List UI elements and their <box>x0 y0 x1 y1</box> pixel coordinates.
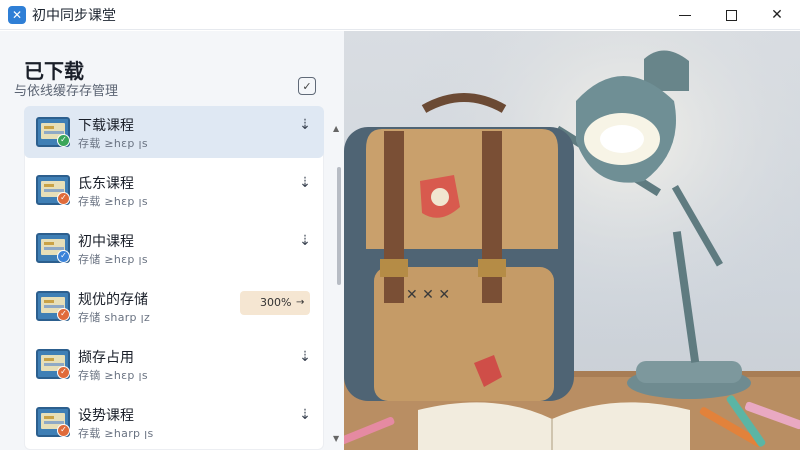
illustration-image: ✕ ✕ ✕ <box>344 31 800 450</box>
minimize-button[interactable] <box>662 0 708 30</box>
checkbox-icon: ✓ <box>302 79 312 93</box>
title-bar: ✕ 初中同步课堂 ✕ <box>0 0 800 30</box>
scroll-down-button[interactable]: ▼ <box>333 434 339 443</box>
progress-button[interactable]: 300% → <box>240 291 310 315</box>
status-badge: ✓ <box>57 308 70 321</box>
item-meta: 存载 ≥hεp ꞁs <box>78 195 148 208</box>
item-name: 下载课程 <box>78 118 134 134</box>
select-all-button[interactable]: ✓ <box>298 77 316 95</box>
item-name: 撷存占用 <box>78 350 134 366</box>
close-icon: ✕ <box>771 7 783 23</box>
list-item[interactable]: ✓ 撷存占用 存镝 ≥hεp ꞁs ⇣ <box>24 338 324 390</box>
list-item[interactable]: ✓ 设势课程 存载 ≥harp ꞁs ⇣ <box>24 396 324 448</box>
list-item[interactable]: ✓ 初中课程 存储 ≥hεp ꞁs ⇣ <box>24 222 324 274</box>
maximize-icon <box>725 9 737 21</box>
window-title: 初中同步课堂 <box>32 8 116 24</box>
item-meta: 存镝 ≥hεp ꞁs <box>78 369 148 382</box>
status-badge: ✓ <box>57 366 70 379</box>
item-meta: 存储 ≥hεp ꞁs <box>78 253 148 266</box>
item-meta: 存载 ≥hεp ꞁs <box>78 137 148 150</box>
status-badge: ✓ <box>57 134 70 147</box>
progress-value: 300% <box>260 296 292 309</box>
item-name: 初中课程 <box>78 234 134 250</box>
close-button[interactable]: ✕ <box>754 0 800 30</box>
scroll-up-button[interactable]: ▲ <box>333 124 339 133</box>
arrow-right-icon: → <box>296 297 305 308</box>
download-icon[interactable]: ⇣ <box>296 233 314 251</box>
download-icon[interactable]: ⇣ <box>296 175 314 193</box>
status-badge: ✓ <box>57 192 70 205</box>
item-name: 氐东课程 <box>78 176 134 192</box>
download-icon[interactable]: ⇣ <box>296 117 314 135</box>
download-icon[interactable]: ⇣ <box>296 349 314 367</box>
status-badge: ✓ <box>57 424 70 437</box>
item-name: 规优的存储 <box>78 292 148 308</box>
list-item[interactable]: ✓ 氐东课程 存载 ≥hεp ꞁs ⇣ <box>24 164 324 216</box>
item-meta: 存储 sharp ꞁz <box>78 311 151 324</box>
download-icon[interactable]: ⇣ <box>296 407 314 425</box>
status-badge: ✓ <box>57 250 70 263</box>
svg-text:✕ ✕ ✕: ✕ ✕ ✕ <box>406 287 450 303</box>
minimize-icon <box>679 14 691 16</box>
backpack-lamp-illustration: ✕ ✕ ✕ <box>344 31 800 450</box>
list-item[interactable]: ✓ 下载课程 存载 ≥hεp ꞁs ⇣ <box>24 106 324 158</box>
page-subtitle: 与依线缓存存管理 <box>14 84 119 99</box>
item-meta: 存载 ≥harp ꞁs <box>78 427 154 440</box>
scrollbar-thumb[interactable] <box>337 167 341 285</box>
list-item[interactable]: ✓ 规优的存储 存储 sharp ꞁz 300% → <box>24 280 324 332</box>
app-logo-icon: ✕ <box>8 6 26 24</box>
maximize-button[interactable] <box>708 0 754 30</box>
item-name: 设势课程 <box>78 408 134 424</box>
